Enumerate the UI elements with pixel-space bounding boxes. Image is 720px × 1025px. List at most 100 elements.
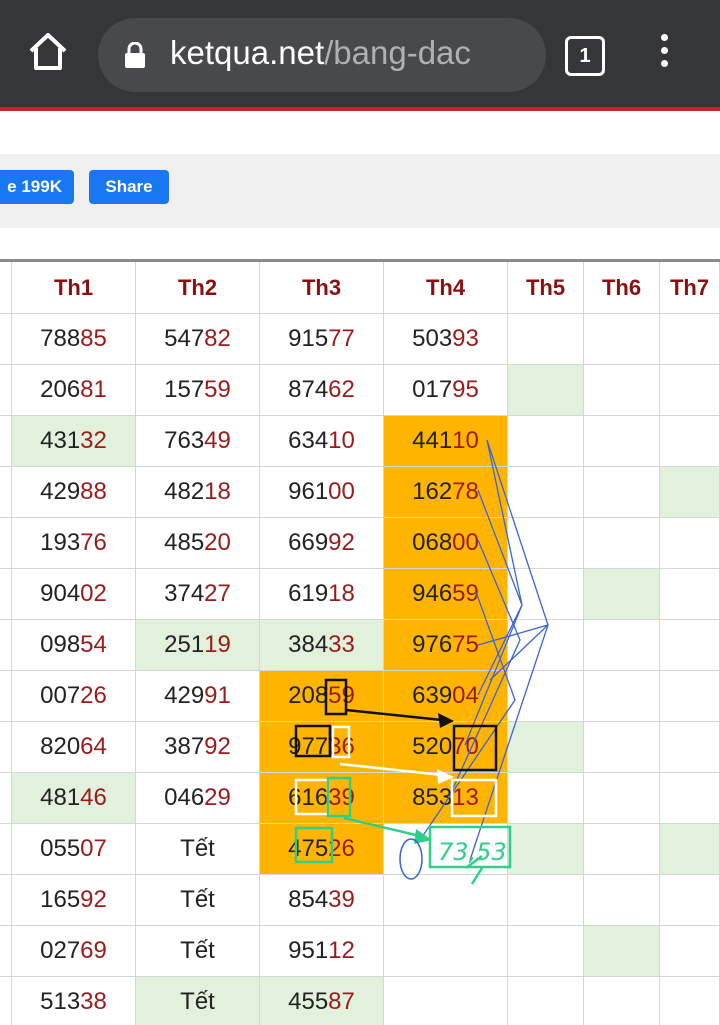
result-cell [508, 773, 584, 824]
result-cell: Tết [136, 977, 260, 1025]
result-cell [660, 569, 720, 620]
result-cell: 976 75 [384, 620, 508, 671]
result-cell [584, 671, 660, 722]
result-cell: 977 36 [260, 722, 384, 773]
like-button[interactable]: e 199K [0, 170, 74, 204]
result-cell [660, 467, 720, 518]
result-cell: 513 38 [12, 977, 136, 1025]
result-cell [508, 824, 584, 875]
result-cell: 206 81 [12, 365, 136, 416]
result-cell [660, 977, 720, 1025]
result-cell [660, 671, 720, 722]
result-cell: 165 92 [12, 875, 136, 926]
result-cell [584, 620, 660, 671]
column-header: Th6 [584, 262, 660, 314]
result-cell: 046 29 [136, 773, 260, 824]
result-cell [584, 773, 660, 824]
result-cell: 429 88 [12, 467, 136, 518]
url-host: ketqua.net [170, 34, 325, 71]
result-cell: 634 10 [260, 416, 384, 467]
result-cell [508, 926, 584, 977]
result-cell [660, 773, 720, 824]
site-header-strip [0, 107, 720, 111]
result-cell: 431 32 [12, 416, 136, 467]
result-cell: 854 39 [260, 875, 384, 926]
result-cell: 482 18 [136, 467, 260, 518]
column-header: Th7 [660, 262, 720, 314]
result-cell [508, 977, 584, 1025]
result-cell [508, 569, 584, 620]
result-cell: 193 76 [12, 518, 136, 569]
row-stub [0, 314, 12, 365]
result-cell: 639 04 [384, 671, 508, 722]
result-cell: 384 33 [260, 620, 384, 671]
result-cell: 904 02 [12, 569, 136, 620]
browser-toolbar: ketqua.net/bang-dac 1 [0, 0, 720, 107]
result-cell [584, 722, 660, 773]
result-cell: 027 69 [12, 926, 136, 977]
home-icon[interactable] [26, 30, 70, 74]
result-cell: 157 59 [136, 365, 260, 416]
overflow-menu-icon[interactable] [652, 34, 676, 74]
result-cell [584, 365, 660, 416]
result-cell [584, 824, 660, 875]
result-cell: 455 87 [260, 977, 384, 1025]
result-cell [508, 518, 584, 569]
result-cell: 208 59 [260, 671, 384, 722]
result-cell: 251 19 [136, 620, 260, 671]
result-cell [660, 875, 720, 926]
result-cell [584, 977, 660, 1025]
result-cell: 853 13 [384, 773, 508, 824]
result-cell: 820 64 [12, 722, 136, 773]
row-stub [0, 620, 12, 671]
result-cell: 951 12 [260, 926, 384, 977]
result-cell: 485 20 [136, 518, 260, 569]
result-cell: 162 78 [384, 467, 508, 518]
result-cell: 098 54 [12, 620, 136, 671]
result-cell [508, 620, 584, 671]
result-cell: 374 27 [136, 569, 260, 620]
result-cell [660, 620, 720, 671]
result-cell [660, 314, 720, 365]
result-cell [660, 416, 720, 467]
url-text: ketqua.net/bang-dac [170, 34, 471, 72]
address-bar[interactable]: ketqua.net/bang-dac [98, 18, 546, 92]
result-cell: 441 10 [384, 416, 508, 467]
result-cell: 763 49 [136, 416, 260, 467]
result-cell: 503 93 [384, 314, 508, 365]
column-header: Th4 [384, 262, 508, 314]
result-cell: 874 62 [260, 365, 384, 416]
result-cell: 017 95 [384, 365, 508, 416]
row-stub [0, 875, 12, 926]
share-button[interactable]: Share [89, 170, 169, 204]
column-header: Th1 [12, 262, 136, 314]
result-cell: 788 85 [12, 314, 136, 365]
result-cell: Tết [136, 875, 260, 926]
result-cell: 616 39 [260, 773, 384, 824]
result-cell [584, 518, 660, 569]
result-cell: Tết [136, 926, 260, 977]
result-cell [660, 926, 720, 977]
result-cell [384, 977, 508, 1025]
header-row-stub [0, 262, 12, 314]
result-cell [508, 875, 584, 926]
result-cell: 961 00 [260, 467, 384, 518]
row-stub [0, 773, 12, 824]
result-cell [508, 416, 584, 467]
result-cell [660, 722, 720, 773]
result-cell [508, 365, 584, 416]
column-header: Th5 [508, 262, 584, 314]
row-stub [0, 365, 12, 416]
lock-icon [125, 42, 145, 68]
tab-switcher-icon[interactable]: 1 [565, 36, 605, 76]
result-cell [508, 671, 584, 722]
result-cell: 481 46 [12, 773, 136, 824]
results-table: Th1 Th2 Th3 Th4 Th5 Th6 Th7 788 85 547 82 915 77 503 9… [0, 259, 720, 1025]
result-cell [384, 926, 508, 977]
column-header: Th3 [260, 262, 384, 314]
result-cell [508, 314, 584, 365]
result-cell [384, 875, 508, 926]
row-stub [0, 977, 12, 1025]
result-cell [660, 518, 720, 569]
result-cell [584, 416, 660, 467]
